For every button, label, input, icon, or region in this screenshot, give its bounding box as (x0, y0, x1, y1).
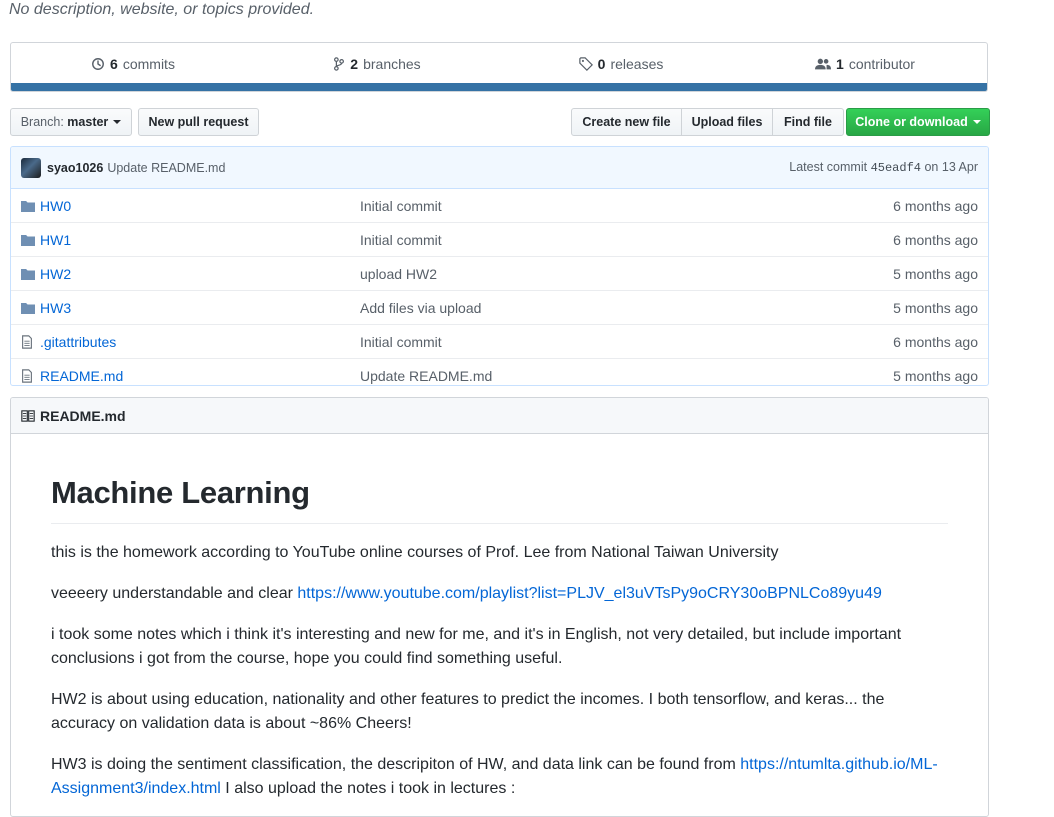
commits-link[interactable]: 6 commits (11, 56, 255, 72)
releases-label: releases (610, 56, 664, 72)
chevron-down-icon (113, 120, 122, 124)
file-table: syao1026 Update README.md Latest commit … (10, 146, 989, 386)
folder-icon (21, 268, 37, 280)
releases-link[interactable]: 0 releases (499, 56, 743, 72)
readme-paragraph-1: this is the homework according to YouTub… (51, 544, 779, 561)
releases-count: 0 (597, 56, 606, 72)
commits-count: 6 (110, 56, 118, 72)
file-age: 6 months ago (893, 231, 978, 248)
readme-header: README.md (11, 398, 988, 434)
file-actions-group: Create new file Upload files Find file (571, 108, 844, 136)
youtube-playlist-link[interactable]: https://www.youtube.com/playlist?list=PL… (297, 585, 881, 602)
file-name-link[interactable]: HW1 (40, 232, 71, 248)
file-age: 5 months ago (893, 299, 978, 316)
file-commit-message[interactable]: upload HW2 (360, 266, 437, 282)
file-commit-message[interactable]: Initial commit (360, 334, 442, 350)
file-row: .gitattributes Initial commit 6 months ago (11, 324, 988, 358)
repo-description: No description, website, or topics provi… (9, 1, 315, 18)
create-new-file-button[interactable]: Create new file (571, 108, 682, 136)
file-commit-message[interactable]: Initial commit (360, 198, 442, 214)
file-age: 5 months ago (893, 367, 978, 384)
readme-paragraph-2: veeeery understandable and clear https:/… (51, 582, 948, 606)
repo-summary-bar: 6 commits 2 branches 0 releases 1 contri… (10, 42, 988, 92)
file-name-link[interactable]: .gitattributes (40, 334, 116, 350)
latest-commit: Latest commit 45eadf4 on 13 Apr (789, 160, 978, 175)
readme-paragraph-5: HW3 is doing the sentiment classificatio… (51, 753, 948, 801)
contributors-count: 1 (836, 56, 844, 72)
branch-select-button[interactable]: Branch: master (10, 108, 132, 136)
commit-message[interactable]: Update README.md (107, 161, 225, 175)
file-row: HW1 Initial commit 6 months ago (11, 222, 988, 256)
new-pull-request-button[interactable]: New pull request (138, 108, 259, 136)
file-icon (21, 368, 37, 383)
folder-icon (21, 234, 37, 246)
file-row: HW2 upload HW2 5 months ago (11, 256, 988, 290)
book-icon (21, 409, 35, 422)
branches-link[interactable]: 2 branches (255, 56, 499, 72)
commit-date: on 13 Apr (924, 160, 978, 174)
file-commit-message[interactable]: Initial commit (360, 232, 442, 248)
people-icon (815, 58, 832, 70)
file-age: 5 months ago (893, 265, 978, 282)
clone-label: Clone or download (855, 115, 968, 129)
contributors-link[interactable]: 1 contributor (743, 56, 987, 72)
commit-author[interactable]: syao1026 (47, 161, 103, 175)
file-row: HW3 Add files via upload 5 months ago (11, 290, 988, 324)
readme-p5-tail: I also upload the notes i took in lectur… (220, 780, 516, 797)
readme-paragraph-4: HW2 is about using education, nationalit… (51, 691, 885, 732)
file-name-link[interactable]: README.md (40, 368, 123, 384)
commit-sha[interactable]: 45eadf4 (871, 161, 921, 175)
tag-icon (578, 57, 593, 71)
commits-label: commits (122, 56, 175, 72)
latest-commit-label: Latest commit (789, 160, 868, 174)
file-age: 6 months ago (893, 333, 978, 350)
language-bar[interactable] (11, 83, 987, 91)
file-row: HW0 Initial commit 6 months ago (11, 189, 988, 222)
readme-panel: README.md Machine Learning this is the h… (10, 397, 989, 817)
contributors-label: contributor (848, 56, 915, 72)
file-row: README.md Update README.md 5 months ago (11, 358, 988, 385)
branches-label: branches (363, 56, 421, 72)
clone-or-download-button[interactable]: Clone or download (846, 108, 990, 136)
file-name-link[interactable]: HW3 (40, 300, 71, 316)
readme-p5-text: HW3 is doing the sentiment classificatio… (51, 756, 741, 773)
branch-prefix: Branch: (20, 115, 64, 129)
avatar[interactable] (21, 157, 41, 178)
readme-body: Machine Learning this is the homework ac… (11, 475, 988, 801)
commit-tease: syao1026 Update README.md Latest commit … (11, 147, 988, 189)
readme-paragraph-3: i took some notes which i think it's int… (51, 626, 902, 667)
history-icon (92, 58, 104, 70)
file-commit-message[interactable]: Update README.md (360, 368, 492, 384)
file-name-link[interactable]: HW2 (40, 266, 71, 282)
branch-name: master (67, 115, 109, 129)
file-icon (21, 334, 37, 349)
file-commit-message[interactable]: Add files via upload (360, 300, 481, 316)
folder-icon (21, 302, 37, 314)
chevron-down-icon (972, 120, 981, 124)
readme-filename: README.md (40, 407, 126, 424)
readme-title: Machine Learning (51, 475, 948, 524)
file-age: 6 months ago (893, 197, 978, 214)
upload-files-button[interactable]: Upload files (681, 108, 773, 136)
folder-icon (21, 200, 37, 212)
readme-p2-text: veeeery understandable and clear (51, 585, 298, 602)
file-name-link[interactable]: HW0 (40, 198, 71, 214)
find-file-button[interactable]: Find file (772, 108, 844, 136)
branches-count: 2 (350, 56, 359, 72)
branch-icon (334, 57, 345, 71)
